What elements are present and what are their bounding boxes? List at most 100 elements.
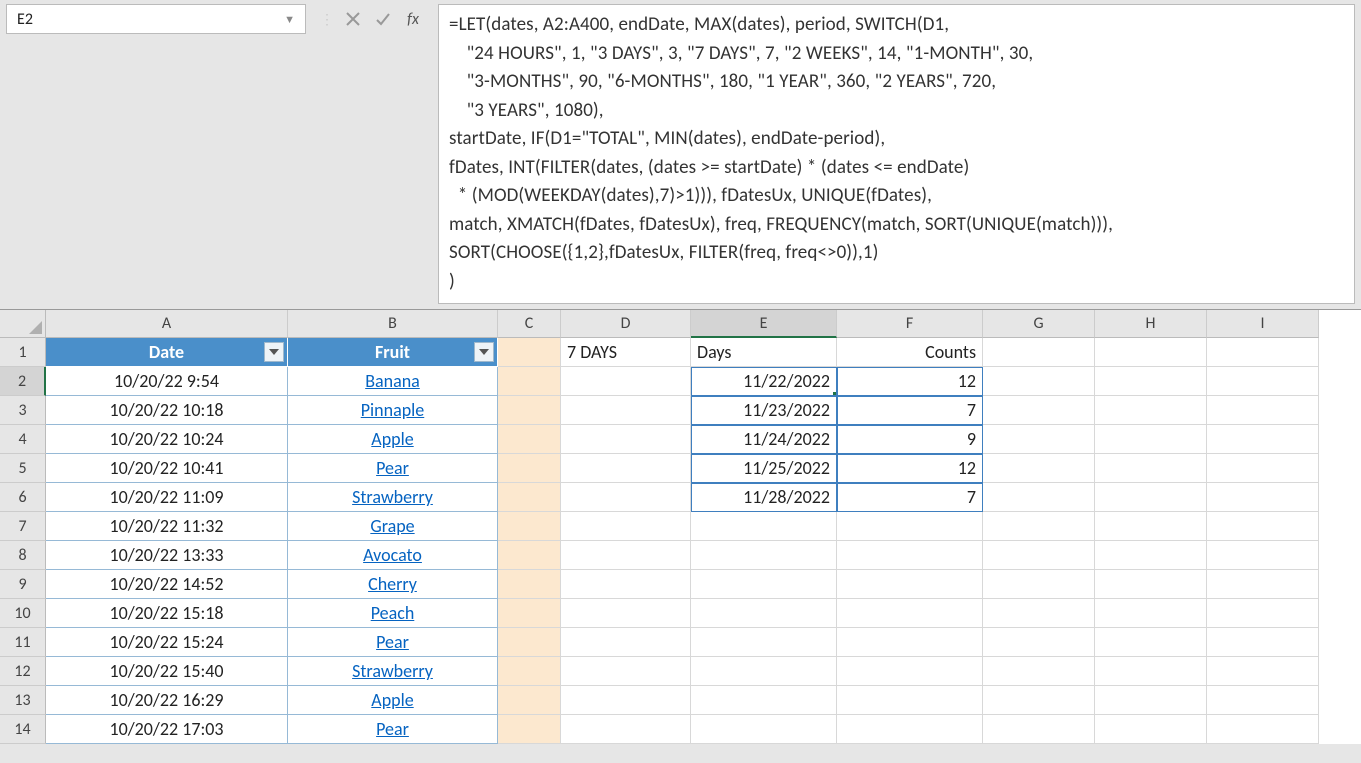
cell-b2[interactable]: Banana bbox=[288, 367, 498, 396]
cell-d12[interactable] bbox=[561, 657, 691, 686]
cell-c5[interactable] bbox=[498, 454, 561, 483]
cell-g7[interactable] bbox=[983, 512, 1095, 541]
cell-g8[interactable] bbox=[983, 541, 1095, 570]
cell-h11[interactable] bbox=[1095, 628, 1207, 657]
cell-c1[interactable] bbox=[498, 338, 561, 367]
cell-d2[interactable] bbox=[561, 367, 691, 396]
col-header-a[interactable]: A bbox=[46, 310, 288, 338]
cell-i3[interactable] bbox=[1207, 396, 1319, 425]
cell-f3[interactable]: 7 bbox=[837, 396, 983, 425]
name-box[interactable]: E2 ▼ bbox=[6, 4, 306, 34]
cell-d13[interactable] bbox=[561, 686, 691, 715]
cell-h2[interactable] bbox=[1095, 367, 1207, 396]
cell-a4[interactable]: 10/20/22 10:24 bbox=[46, 425, 288, 454]
cell-b4[interactable]: Apple bbox=[288, 425, 498, 454]
name-box-dropdown-icon[interactable]: ▼ bbox=[284, 13, 295, 26]
col-header-b[interactable]: B bbox=[288, 310, 498, 338]
cell-a9[interactable]: 10/20/22 14:52 bbox=[46, 570, 288, 599]
cell-h5[interactable] bbox=[1095, 454, 1207, 483]
cell-b13[interactable]: Apple bbox=[288, 686, 498, 715]
col-header-f[interactable]: F bbox=[837, 310, 983, 338]
cell-f9[interactable] bbox=[837, 570, 983, 599]
cell-g11[interactable] bbox=[983, 628, 1095, 657]
cell-d8[interactable] bbox=[561, 541, 691, 570]
cell-i13[interactable] bbox=[1207, 686, 1319, 715]
cell-h8[interactable] bbox=[1095, 541, 1207, 570]
cell-i10[interactable] bbox=[1207, 599, 1319, 628]
cancel-icon[interactable] bbox=[342, 8, 364, 30]
cell-g6[interactable] bbox=[983, 483, 1095, 512]
col-header-d[interactable]: D bbox=[561, 310, 691, 338]
cell-a3[interactable]: 10/20/22 10:18 bbox=[46, 396, 288, 425]
cell-d11[interactable] bbox=[561, 628, 691, 657]
cell-a10[interactable]: 10/20/22 15:18 bbox=[46, 599, 288, 628]
cell-h7[interactable] bbox=[1095, 512, 1207, 541]
cell-i5[interactable] bbox=[1207, 454, 1319, 483]
cell-i8[interactable] bbox=[1207, 541, 1319, 570]
cell-e10[interactable] bbox=[691, 599, 837, 628]
row-header-11[interactable]: 11 bbox=[0, 628, 46, 657]
cell-h13[interactable] bbox=[1095, 686, 1207, 715]
col-header-i[interactable]: I bbox=[1207, 310, 1319, 338]
cell-a2[interactable]: 10/20/22 9:54 bbox=[46, 367, 288, 396]
cell-e2[interactable]: 11/22/2022 bbox=[691, 367, 837, 396]
cell-g5[interactable] bbox=[983, 454, 1095, 483]
cell-i7[interactable] bbox=[1207, 512, 1319, 541]
cell-i14[interactable] bbox=[1207, 715, 1319, 744]
cell-c3[interactable] bbox=[498, 396, 561, 425]
cell-a7[interactable]: 10/20/22 11:32 bbox=[46, 512, 288, 541]
cell-c11[interactable] bbox=[498, 628, 561, 657]
row-header-9[interactable]: 9 bbox=[0, 570, 46, 599]
cell-d3[interactable] bbox=[561, 396, 691, 425]
cell-e1[interactable]: Days bbox=[691, 338, 837, 367]
cell-i6[interactable] bbox=[1207, 483, 1319, 512]
cell-e12[interactable] bbox=[691, 657, 837, 686]
cell-g4[interactable] bbox=[983, 425, 1095, 454]
cell-i12[interactable] bbox=[1207, 657, 1319, 686]
cell-b7[interactable]: Grape bbox=[288, 512, 498, 541]
cell-c10[interactable] bbox=[498, 599, 561, 628]
row-header-13[interactable]: 13 bbox=[0, 686, 46, 715]
cell-f5[interactable]: 12 bbox=[837, 454, 983, 483]
cell-f1[interactable]: Counts bbox=[837, 338, 983, 367]
cell-a13[interactable]: 10/20/22 16:29 bbox=[46, 686, 288, 715]
row-header-5[interactable]: 5 bbox=[0, 454, 46, 483]
row-header-3[interactable]: 3 bbox=[0, 396, 46, 425]
cell-h1[interactable] bbox=[1095, 338, 1207, 367]
cell-f2[interactable]: 12 bbox=[837, 367, 983, 396]
cell-e13[interactable] bbox=[691, 686, 837, 715]
cell-d10[interactable] bbox=[561, 599, 691, 628]
cell-c2[interactable] bbox=[498, 367, 561, 396]
row-header-7[interactable]: 7 bbox=[0, 512, 46, 541]
cell-f10[interactable] bbox=[837, 599, 983, 628]
cell-b8[interactable]: Avocato bbox=[288, 541, 498, 570]
cell-g10[interactable] bbox=[983, 599, 1095, 628]
cell-d5[interactable] bbox=[561, 454, 691, 483]
cell-f11[interactable] bbox=[837, 628, 983, 657]
cell-i1[interactable] bbox=[1207, 338, 1319, 367]
cell-h14[interactable] bbox=[1095, 715, 1207, 744]
cell-e9[interactable] bbox=[691, 570, 837, 599]
cell-f14[interactable] bbox=[837, 715, 983, 744]
cell-e5[interactable]: 11/25/2022 bbox=[691, 454, 837, 483]
cell-a6[interactable]: 10/20/22 11:09 bbox=[46, 483, 288, 512]
cell-b6[interactable]: Strawberry bbox=[288, 483, 498, 512]
fx-icon[interactable]: fx bbox=[402, 8, 424, 30]
filter-button-date[interactable] bbox=[264, 342, 284, 362]
cell-h10[interactable] bbox=[1095, 599, 1207, 628]
cell-e14[interactable] bbox=[691, 715, 837, 744]
cell-d1[interactable]: 7 DAYS bbox=[561, 338, 691, 367]
filter-button-fruit[interactable] bbox=[474, 342, 494, 362]
cell-a11[interactable]: 10/20/22 15:24 bbox=[46, 628, 288, 657]
cell-f13[interactable] bbox=[837, 686, 983, 715]
cell-i2[interactable] bbox=[1207, 367, 1319, 396]
row-header-2[interactable]: 2 bbox=[0, 367, 46, 396]
formula-input[interactable]: =LET(dates, A2:A400, endDate, MAX(dates)… bbox=[438, 4, 1355, 304]
cell-b3[interactable]: Pinnaple bbox=[288, 396, 498, 425]
cell-g12[interactable] bbox=[983, 657, 1095, 686]
cell-b11[interactable]: Pear bbox=[288, 628, 498, 657]
cell-e7[interactable] bbox=[691, 512, 837, 541]
cell-e3[interactable]: 11/23/2022 bbox=[691, 396, 837, 425]
row-header-6[interactable]: 6 bbox=[0, 483, 46, 512]
cell-b5[interactable]: Pear bbox=[288, 454, 498, 483]
